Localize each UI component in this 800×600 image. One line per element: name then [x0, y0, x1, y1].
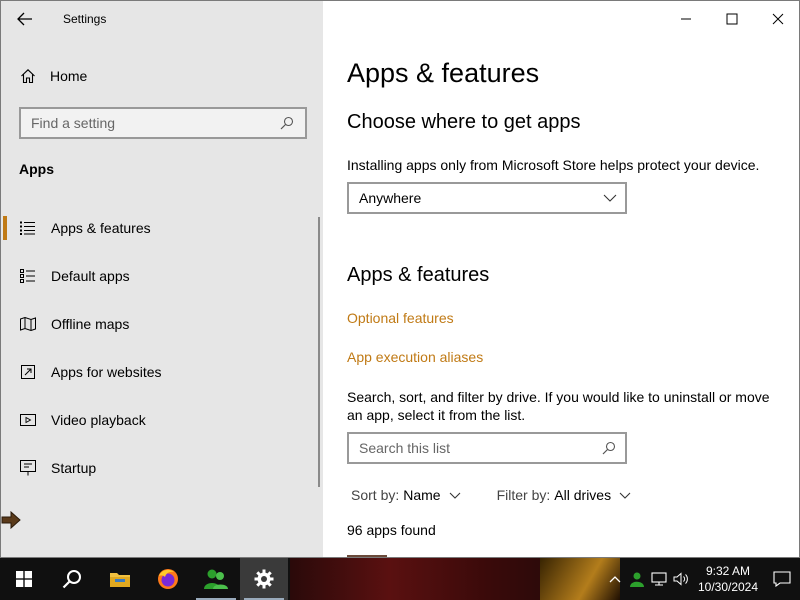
apps-features-heading: Apps & features	[347, 264, 490, 286]
sidebar-item-home[interactable]: Home	[1, 59, 323, 93]
app-execution-aliases-link[interactable]: App execution aliases	[347, 349, 483, 365]
find-setting-input[interactable]	[31, 115, 277, 131]
sidebar-scrollbar[interactable]	[318, 217, 320, 487]
file-explorer-icon	[110, 573, 130, 587]
network-button[interactable]	[648, 558, 670, 600]
sidebar-item-label: Video playback	[51, 412, 146, 428]
sidebar-item-label: Default apps	[51, 268, 130, 284]
sidebar-item-startup[interactable]: Startup	[1, 444, 317, 492]
minimize-icon	[681, 18, 691, 20]
chevron-down-icon	[449, 492, 461, 499]
sidebar-item-video-playback[interactable]: Video playback	[1, 396, 317, 444]
volume-icon	[673, 572, 688, 586]
window-title: Settings	[63, 12, 107, 26]
app-source-value: Anywhere	[359, 190, 422, 206]
list-icon	[19, 219, 37, 237]
mouse-cursor-icon	[1, 510, 21, 534]
app-list-search-box	[347, 432, 627, 464]
back-button[interactable]	[1, 1, 49, 37]
notification-icon	[773, 571, 791, 587]
clock-date: 10/30/2024	[697, 580, 759, 594]
startup-icon	[19, 459, 37, 477]
sidebar-item-label: Apps & features	[51, 220, 151, 236]
chevron-down-icon	[603, 194, 617, 202]
taskbar-people-app[interactable]	[192, 558, 240, 600]
volume-button[interactable]	[670, 558, 692, 600]
taskbar-firefox[interactable]	[144, 558, 192, 600]
chevron-up-icon	[609, 576, 621, 583]
tray-people-button[interactable]	[626, 558, 648, 600]
sidebar-item-label: Apps for websites	[51, 364, 162, 380]
settings-window: Settings Home Apps Apps & features	[0, 0, 800, 558]
settings-gear-icon	[254, 569, 274, 589]
home-icon	[19, 67, 37, 85]
page-title: Apps & features	[347, 58, 540, 88]
choose-apps-description: Installing apps only from Microsoft Stor…	[347, 157, 760, 173]
filter-by-label: Filter by:	[496, 487, 551, 503]
taskbar-search-button[interactable]	[48, 558, 96, 600]
sidebar-item-label: Offline maps	[51, 316, 130, 332]
optional-features-link[interactable]: Optional features	[347, 310, 454, 326]
chevron-down-icon	[619, 492, 631, 499]
sidebar-item-apps-for-websites[interactable]: Apps for websites	[1, 348, 317, 396]
search-sort-description: Search, sort, and filter by drive. If yo…	[347, 389, 770, 423]
people-app-icon	[204, 569, 228, 589]
taskbar-file-explorer[interactable]	[96, 558, 144, 600]
back-arrow-icon	[17, 12, 32, 26]
sidebar-item-offline-maps[interactable]: Offline maps	[1, 300, 317, 348]
sidebar-item-apps-features[interactable]: Apps & features	[1, 204, 317, 252]
taskbar-settings[interactable]	[240, 558, 288, 600]
sidebar-item-default-apps[interactable]: Default apps	[1, 252, 317, 300]
sidebar: Settings Home Apps Apps & features	[1, 1, 323, 557]
home-label: Home	[50, 68, 88, 84]
network-icon	[651, 572, 667, 586]
minimize-button[interactable]	[663, 1, 709, 37]
search-icon	[62, 570, 81, 589]
search-icon[interactable]	[599, 441, 619, 455]
app-list-search-input[interactable]	[359, 440, 599, 456]
sort-by-value: Name	[403, 487, 441, 503]
sort-filter-row: Sort by: Name Filter by: All drives	[351, 487, 667, 503]
sort-by-dropdown[interactable]: Sort by: Name	[351, 487, 461, 503]
sidebar-nav-list: Apps & features Default apps Offline map…	[1, 204, 317, 492]
title-bar: Settings	[1, 1, 323, 37]
windows-start-icon	[16, 571, 32, 587]
system-tray: 9:32 AM 10/30/2024	[604, 558, 800, 600]
start-button[interactable]	[0, 558, 48, 600]
close-icon	[772, 13, 784, 25]
map-icon	[19, 315, 37, 333]
search-icon[interactable]	[277, 116, 297, 130]
main-content: Apps & features Choose where to get apps…	[323, 1, 799, 557]
maximize-icon	[726, 13, 738, 25]
taskbar: 9:32 AM 10/30/2024	[0, 558, 800, 600]
sidebar-section-apps: Apps	[19, 161, 54, 177]
app-source-dropdown[interactable]: Anywhere	[347, 182, 627, 214]
window-controls	[663, 1, 799, 37]
taskbar-clock[interactable]: 9:32 AM 10/30/2024	[692, 563, 764, 595]
choose-apps-heading: Choose where to get apps	[347, 111, 581, 133]
firefox-icon	[158, 569, 178, 589]
show-hidden-icons-button[interactable]	[604, 558, 626, 600]
find-setting-box	[19, 107, 307, 139]
apps-count: 96 apps found	[347, 522, 436, 538]
clock-time: 9:32 AM	[705, 564, 751, 578]
open-in-icon	[19, 363, 37, 381]
default-apps-icon	[19, 267, 37, 285]
maximize-button[interactable]	[709, 1, 755, 37]
sidebar-item-label: Startup	[51, 460, 97, 476]
close-button[interactable]	[755, 1, 799, 37]
people-tray-icon	[630, 572, 644, 587]
video-icon	[19, 411, 37, 429]
action-center-button[interactable]	[764, 558, 800, 600]
sort-by-label: Sort by:	[351, 487, 400, 503]
filter-by-value: All drives	[554, 487, 612, 503]
filter-by-dropdown[interactable]: Filter by: All drives	[497, 487, 631, 503]
